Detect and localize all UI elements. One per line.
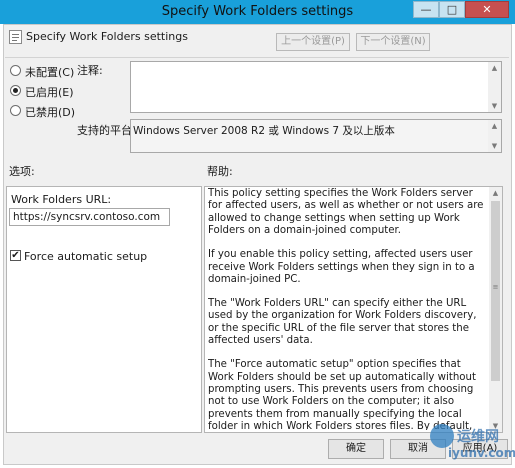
watermark-text-url: iyunv.com — [448, 446, 515, 460]
scroll-up-icon[interactable]: ▲ — [488, 120, 501, 132]
scroll-down-icon[interactable]: ▼ — [488, 100, 501, 112]
scroll-up-icon[interactable]: ▲ — [488, 62, 501, 74]
force-automatic-setup-checkbox[interactable]: ✔ — [10, 250, 21, 261]
next-setting-button[interactable]: 下一个设置(N) — [356, 33, 430, 51]
help-paragraph: The "Work Folders URL" can specify eithe… — [208, 298, 477, 347]
radio-enabled-label: 已启用(E) — [25, 86, 74, 99]
radio-disabled-label: 已禁用(D) — [25, 106, 76, 119]
scroll-down-icon[interactable]: ▼ — [488, 140, 501, 152]
comment-label: 注释: — [77, 64, 103, 77]
help-paragraph: If you enable this policy setting, affec… — [208, 249, 475, 286]
comment-textarea[interactable] — [130, 61, 502, 113]
watermark-logo-icon — [430, 424, 454, 448]
platform-value: Windows Server 2008 R2 或 Windows 7 及以上版本 — [133, 125, 395, 137]
options-label: 选项: — [9, 165, 35, 178]
comment-scrollbar[interactable]: ▲ ▼ — [488, 62, 501, 112]
scroll-up-icon[interactable]: ▲ — [489, 187, 502, 199]
force-automatic-setup-label: Force automatic setup — [24, 250, 148, 263]
radio-enabled[interactable] — [10, 85, 21, 96]
help-paragraph: This policy setting specifies the Work F… — [208, 188, 484, 237]
help-text: This policy setting specifies the Work F… — [208, 188, 487, 430]
platform-scrollbar[interactable]: ▲ ▼ — [488, 120, 501, 152]
close-button[interactable]: ✕ — [465, 1, 509, 18]
header-divider — [5, 57, 509, 58]
radio-not-configured[interactable] — [10, 65, 21, 76]
help-paragraph: The "Force automatic setup" option speci… — [208, 359, 476, 430]
policy-icon — [9, 30, 22, 44]
work-folders-url-input[interactable]: https://syncsrv.contoso.com — [9, 208, 170, 226]
watermark-text-cn: 运维网 — [457, 429, 499, 445]
platform-box: Windows Server 2008 R2 或 Windows 7 及以上版本 — [130, 119, 502, 153]
radio-selected-dot — [13, 88, 18, 93]
help-scrollbar[interactable]: ▲ ≡ ▼ — [489, 187, 502, 432]
minimize-button[interactable]: — — [413, 1, 439, 18]
scrollbar-thumb[interactable]: ≡ — [491, 201, 500, 381]
maximize-button[interactable]: □ — [439, 1, 465, 18]
radio-not-configured-label: 未配置(C) — [25, 66, 75, 79]
platform-label: 支持的平台: — [77, 124, 136, 137]
grip-icon: ≡ — [492, 283, 499, 291]
help-label: 帮助: — [207, 165, 233, 178]
work-folders-url-label: Work Folders URL: — [11, 193, 112, 206]
ok-button[interactable]: 确定 — [328, 439, 384, 459]
previous-setting-button[interactable]: 上一个设置(P) — [276, 33, 350, 51]
policy-name: Specify Work Folders settings — [26, 30, 188, 43]
radio-disabled[interactable] — [10, 105, 21, 116]
